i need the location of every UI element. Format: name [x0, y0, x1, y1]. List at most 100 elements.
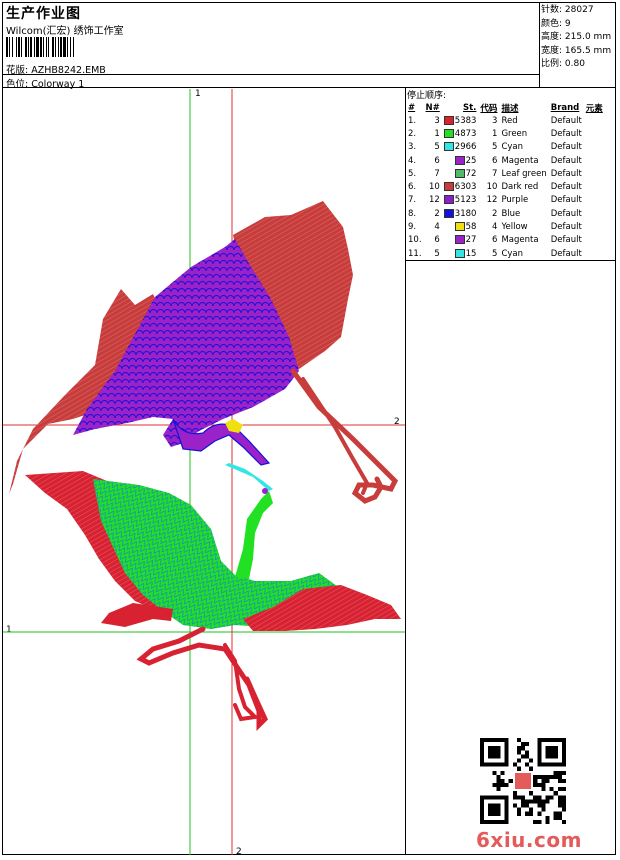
row-needle: 5 — [434, 142, 440, 153]
watermark-logo: 6xiu.com — [476, 828, 582, 852]
col-header-code: 代码 — [480, 103, 498, 114]
row-brand: Default — [550, 115, 582, 126]
color-swatch — [454, 155, 465, 165]
row-stitches: 4873 — [442, 127, 479, 140]
row-code: 2 — [492, 208, 498, 219]
row-description: Magenta — [501, 155, 539, 166]
row-element — [584, 220, 605, 233]
row-code: 1 — [492, 128, 498, 139]
row-stitches: 5123 — [442, 194, 479, 207]
row-brand: Default — [550, 248, 582, 259]
row-description: Magenta — [501, 235, 539, 246]
barcode — [6, 37, 151, 57]
table-row: 7. 12 5123 12 Purple Default — [406, 194, 605, 207]
table-row: 5. 7 72 7 Leaf green Default — [406, 167, 605, 180]
table-row: 9. 4 58 4 Yellow Default — [406, 220, 605, 233]
qr-center-stamp — [514, 772, 532, 790]
green-crane — [25, 463, 401, 732]
col-header-brand: Brand — [550, 102, 580, 113]
table-header-row: # N# St. 代码 描述 Brand 元素 — [406, 101, 605, 114]
design-file-row: 花版: AZHB8242.EMB — [6, 62, 106, 76]
row-needle: 5 — [434, 248, 440, 259]
design-file-label: 花版: — [6, 65, 29, 76]
row-description: Yellow — [501, 222, 528, 233]
purple-crane — [9, 201, 399, 504]
color-swatch — [443, 142, 454, 152]
stats-divider — [539, 2, 540, 87]
company-name: Wilcom(汇宏) 绣饰工作室 — [6, 26, 124, 37]
embroidery-design — [3, 89, 405, 855]
stat-scale: 比例: 0.80 — [541, 59, 585, 70]
row-index: 3. — [408, 142, 417, 153]
design-stats: 针数: 28027 颜色: 9 高度: 215.0 mm 宽度: 165.5 m… — [541, 4, 611, 72]
stat-colors: 颜色: 9 — [541, 18, 571, 29]
row-index: 7. — [408, 195, 417, 206]
row-code: 6 — [492, 235, 498, 246]
row-brand: Default — [550, 208, 582, 219]
row-description: Leaf green — [501, 168, 547, 179]
row-needle: 10 — [428, 182, 440, 193]
stat-width: 宽度: 165.5 mm — [541, 45, 612, 56]
row-stitches: 5383 — [442, 114, 479, 127]
color-swatch — [454, 168, 465, 178]
row-stitches: 25 — [442, 154, 479, 167]
row-stitches: 27 — [442, 234, 479, 247]
row-element — [584, 207, 605, 220]
row-code: 6 — [492, 155, 498, 166]
row-description: Red — [501, 115, 518, 126]
col-header-index: # — [408, 102, 416, 113]
row-description: Dark red — [501, 182, 539, 193]
row-element — [584, 234, 605, 247]
header-divider — [2, 87, 616, 88]
row-brand: Default — [550, 128, 582, 139]
row-needle: 6 — [434, 155, 440, 166]
row-stitches: 58 — [442, 220, 479, 233]
row-index: 9. — [408, 222, 417, 233]
design-file-name: AZHB8242.EMB — [31, 65, 106, 76]
table-row: 8. 2 3180 2 Blue Default — [406, 207, 605, 220]
row-needle: 7 — [434, 168, 440, 179]
row-needle: 2 — [434, 208, 440, 219]
row-element — [584, 247, 605, 260]
table-row: 1. 3 5383 3 Red Default — [406, 114, 605, 127]
table-row: 11. 5 15 5 Cyan Default — [406, 247, 605, 260]
row-brand: Default — [550, 235, 582, 246]
row-description: Cyan — [501, 248, 523, 259]
row-needle: 3 — [434, 115, 440, 126]
table-row: 4. 6 25 6 Magenta Default — [406, 154, 605, 167]
col-header-element: 元素 — [585, 103, 603, 114]
row-code: 7 — [492, 168, 498, 179]
row-brand: Default — [550, 142, 582, 153]
page-title: 生产作业图 — [6, 6, 81, 22]
stat-stitches: 针数: 28027 — [541, 5, 594, 15]
table-row: 10. 6 27 6 Magenta Default — [406, 234, 605, 247]
row-element — [584, 167, 605, 180]
col-header-needle: N# — [425, 102, 440, 113]
row-description: Cyan — [501, 142, 523, 153]
row-needle: 6 — [434, 235, 440, 246]
stop-sequence-title: 停止顺序: — [407, 91, 447, 101]
row-index: 11. — [408, 248, 422, 259]
color-swatch — [443, 115, 454, 125]
row-brand: Default — [550, 168, 582, 179]
col-header-description: 描述 — [501, 103, 519, 114]
row-brand: Default — [550, 155, 582, 166]
row-element — [584, 154, 605, 167]
row-index: 5. — [408, 168, 417, 179]
row-element — [584, 180, 605, 193]
color-swatch — [454, 248, 465, 258]
table-row: 3. 5 2966 5 Cyan Default — [406, 141, 605, 154]
color-swatch — [443, 182, 454, 192]
row-element — [584, 141, 605, 154]
row-index: 1. — [408, 115, 417, 126]
table-row: 6. 10 6303 10 Dark red Default — [406, 180, 605, 193]
stop-sequence-table: # N# St. 代码 描述 Brand 元素 1. 3 5383 3 Red Defau… — [406, 101, 605, 260]
row-stitches: 72 — [442, 167, 479, 180]
color-swatch — [443, 128, 454, 138]
color-swatch — [443, 195, 454, 205]
row-stitches: 6303 — [442, 180, 479, 193]
qr-code[interactable] — [480, 738, 566, 824]
row-index: 8. — [408, 208, 417, 219]
color-swatch — [454, 222, 465, 232]
stat-height: 高度: 215.0 mm — [541, 32, 612, 43]
